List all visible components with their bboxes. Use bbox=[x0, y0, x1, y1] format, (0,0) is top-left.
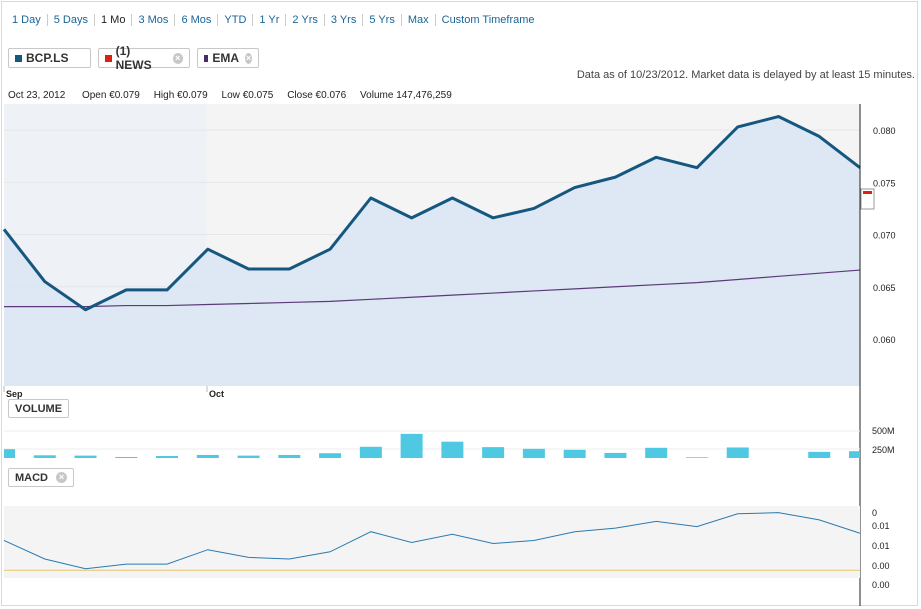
news-flag-mark bbox=[863, 191, 872, 194]
close-icon[interactable]: × bbox=[56, 472, 67, 483]
volume-bar bbox=[359, 446, 382, 458]
volume-bar bbox=[441, 441, 464, 458]
y-tick-label: 0.070 bbox=[873, 231, 896, 241]
volume-bar bbox=[604, 452, 627, 458]
volume-bar bbox=[196, 454, 219, 458]
volume-bar bbox=[74, 455, 97, 458]
volume-bar bbox=[563, 449, 586, 458]
volume-bar bbox=[278, 454, 301, 458]
volume-bar bbox=[115, 456, 138, 458]
volume-bar bbox=[319, 453, 342, 458]
price-chart: 0.080 0.075 0.070 0.065 0.060 Sep Oct 500M 250M 0… bbox=[2, 104, 896, 606]
y-tick-label: 0.065 bbox=[873, 283, 896, 293]
x-tick-label: Sep bbox=[6, 389, 23, 399]
volume-bar bbox=[4, 449, 15, 458]
macd-tick-label: 0.00 bbox=[872, 580, 890, 590]
x-tick-label: Oct bbox=[209, 389, 224, 399]
volume-bar bbox=[400, 433, 423, 458]
volume-tick-label: 250M bbox=[872, 445, 895, 455]
volume-bar bbox=[685, 457, 708, 458]
macd-tick-label: 0.01 bbox=[872, 521, 890, 531]
volume-bar bbox=[522, 448, 545, 458]
macd-tick-label: 0 bbox=[872, 508, 877, 518]
y-tick-label: 0.080 bbox=[873, 126, 896, 136]
y-tick-label: 0.075 bbox=[873, 178, 896, 188]
macd-tick-label: 0.00 bbox=[872, 561, 890, 571]
volume-bar bbox=[645, 447, 668, 458]
volume-bar bbox=[849, 451, 860, 458]
volume-tick-label: 500M bbox=[872, 426, 895, 436]
volume-bar bbox=[33, 455, 56, 458]
macd-tick-label: 0.01 bbox=[872, 541, 890, 551]
macd-bg bbox=[4, 506, 860, 578]
volume-bar bbox=[482, 447, 505, 458]
volume-panel-label: VOLUME bbox=[8, 399, 70, 418]
y-tick-label: 0.060 bbox=[873, 335, 896, 345]
volume-bar bbox=[156, 455, 179, 458]
volume-bar bbox=[808, 451, 831, 458]
volume-bar bbox=[726, 447, 749, 458]
macd-label: MACD bbox=[15, 471, 48, 484]
macd-panel-label: MACD × bbox=[8, 468, 74, 487]
volume-bar bbox=[237, 455, 260, 458]
